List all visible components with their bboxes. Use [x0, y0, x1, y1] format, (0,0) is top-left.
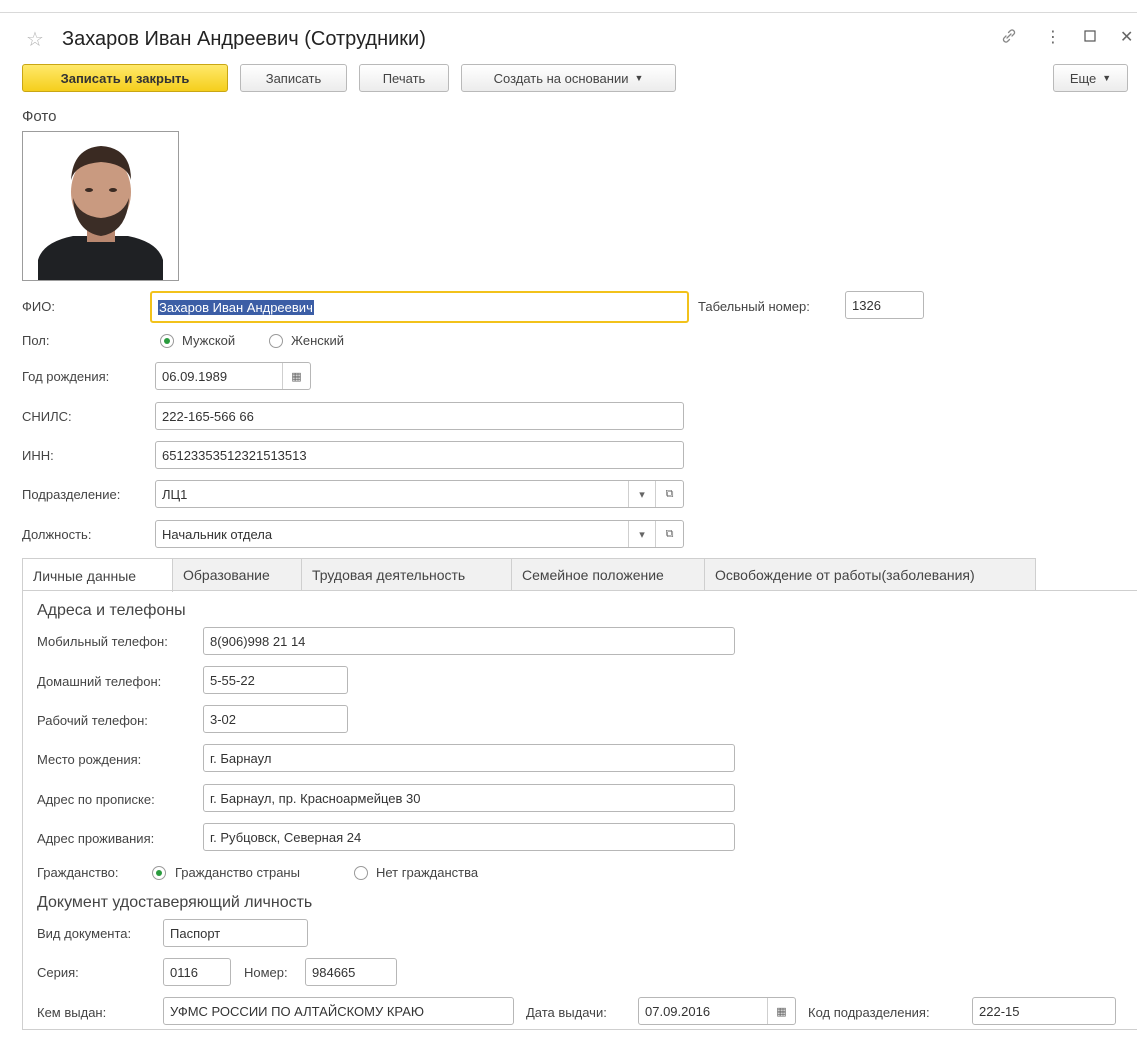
gender-female-radio[interactable] [269, 334, 283, 348]
link-icon[interactable] [1000, 27, 1018, 50]
home-phone-input[interactable]: 5-55-22 [203, 666, 348, 694]
residence-address-input[interactable]: г. Рубцовск, Северная 24 [203, 823, 735, 851]
page-title: Захаров Иван Андреевич (Сотрудники) [62, 28, 426, 50]
tab-education[interactable]: Образование [172, 558, 302, 591]
citizenship-country-radio[interactable] [152, 866, 166, 880]
contacts-section-title: Адреса и телефоны [37, 602, 186, 619]
issued-by-label: Кем выдан: [37, 1005, 107, 1020]
position-value: Начальник отдела [162, 526, 273, 542]
issued-by-input[interactable]: УФМС РОССИИ ПО АЛТАЙСКОМУ КРАЮ [163, 997, 514, 1025]
citizenship-country-label[interactable]: Гражданство страны [175, 865, 300, 880]
chevron-down-icon: ▼ [634, 73, 644, 83]
snils-input[interactable]: 222-165-566 66 [155, 402, 684, 430]
registration-address-input[interactable]: г. Барнаул, пр. Красноармейцев 30 [203, 784, 735, 812]
tab-bar: Личные данные Образование Трудовая деяте… [22, 558, 1036, 592]
issue-date-input[interactable]: 07.09.2016 ▦ [638, 997, 796, 1025]
citizenship-none-label[interactable]: Нет гражданства [376, 865, 478, 880]
gender-male-label[interactable]: Мужской [182, 333, 235, 348]
department-value: ЛЦ1 [162, 486, 188, 502]
document-section-title: Документ удоставеряющий личность [37, 894, 313, 911]
birthplace-input[interactable]: г. Барнаул [203, 744, 735, 772]
registration-address-label: Адрес по прописке: [37, 792, 155, 807]
issue-date-label: Дата выдачи: [526, 1005, 607, 1020]
save-and-close-button[interactable]: Записать и закрыть [22, 64, 228, 92]
calendar-icon[interactable]: ▦ [282, 363, 310, 389]
maximize-icon[interactable] [1084, 29, 1096, 47]
number-label: Номер: [244, 965, 288, 980]
photo-section-label: Фото [22, 108, 57, 125]
issue-date-value: 07.09.2016 [645, 1003, 711, 1019]
employee-photo[interactable] [22, 131, 179, 281]
home-phone-label: Домашний телефон: [37, 674, 162, 689]
calendar-icon[interactable]: ▦ [767, 998, 795, 1024]
dropdown-arrow-icon[interactable]: ▾ [628, 521, 655, 547]
fio-value: Захаров Иван Андреевич [158, 299, 314, 315]
tab-work-history[interactable]: Трудовая деятельность [301, 558, 512, 591]
birth-date-input[interactable]: 06.09.1989 ▦ [155, 362, 311, 390]
tab-personal-data[interactable]: Личные данные [22, 558, 173, 592]
dept-code-input[interactable]: 222-15 [972, 997, 1116, 1025]
gender-label: Пол: [22, 333, 50, 348]
department-label: Подразделение: [22, 487, 121, 502]
favorite-star-icon[interactable]: ☆ [26, 27, 44, 52]
series-label: Серия: [37, 965, 79, 980]
fio-label: ФИО: [22, 299, 55, 314]
chevron-down-icon: ▼ [1102, 73, 1112, 83]
create-based-on-button[interactable]: Создать на основании ▼ [461, 64, 676, 92]
tab-sick-leave[interactable]: Освобождение от работы(заболевания) [704, 558, 1036, 591]
snils-label: СНИЛС: [22, 409, 72, 424]
doc-type-label: Вид документа: [37, 926, 132, 941]
open-form-icon[interactable]: ⧉ [655, 521, 683, 547]
mobile-phone-label: Мобильный телефон: [37, 634, 168, 649]
work-phone-label: Рабочий телефон: [37, 713, 148, 728]
birth-date-value: 06.09.1989 [162, 368, 228, 384]
work-phone-input[interactable]: 3-02 [203, 705, 348, 733]
close-icon[interactable]: ✕ [1120, 27, 1133, 47]
create-based-on-label: Создать на основании [493, 70, 629, 86]
residence-address-label: Адрес проживания: [37, 831, 155, 846]
inn-label: ИНН: [22, 448, 54, 463]
position-label: Должность: [22, 527, 92, 542]
open-form-icon[interactable]: ⧉ [655, 481, 683, 507]
birthplace-label: Место рождения: [37, 752, 142, 767]
save-button[interactable]: Записать [240, 64, 347, 92]
fio-input[interactable]: Захаров Иван Андреевич [150, 291, 689, 323]
dropdown-arrow-icon[interactable]: ▾ [628, 481, 655, 507]
birth-label: Год рождения: [22, 369, 110, 384]
more-menu-icon[interactable]: ⋮ [1045, 27, 1061, 47]
tab-number-input[interactable]: 1326 [845, 291, 924, 319]
gender-female-label[interactable]: Женский [291, 333, 344, 348]
dept-code-label: Код подразделения: [808, 1005, 930, 1020]
more-label: Еще [1069, 70, 1097, 86]
top-divider [0, 12, 1137, 13]
tab-family-status[interactable]: Семейное положение [511, 558, 705, 591]
series-input[interactable]: 0116 [163, 958, 231, 986]
mobile-phone-input[interactable]: 8(906)998 21 14 [203, 627, 735, 655]
inn-input[interactable]: 65123353512321513513 [155, 441, 684, 469]
position-select[interactable]: Начальник отдела ▾ ⧉ [155, 520, 684, 548]
number-input[interactable]: 984665 [305, 958, 397, 986]
more-button[interactable]: Еще ▼ [1053, 64, 1128, 92]
doc-type-input[interactable]: Паспорт [163, 919, 308, 947]
gender-male-radio[interactable] [160, 334, 174, 348]
citizenship-label: Гражданство: [37, 865, 119, 880]
print-button[interactable]: Печать [359, 64, 449, 92]
tab-number-label: Табельный номер: [698, 299, 810, 314]
citizenship-none-radio[interactable] [354, 866, 368, 880]
department-select[interactable]: ЛЦ1 ▾ ⧉ [155, 480, 684, 508]
